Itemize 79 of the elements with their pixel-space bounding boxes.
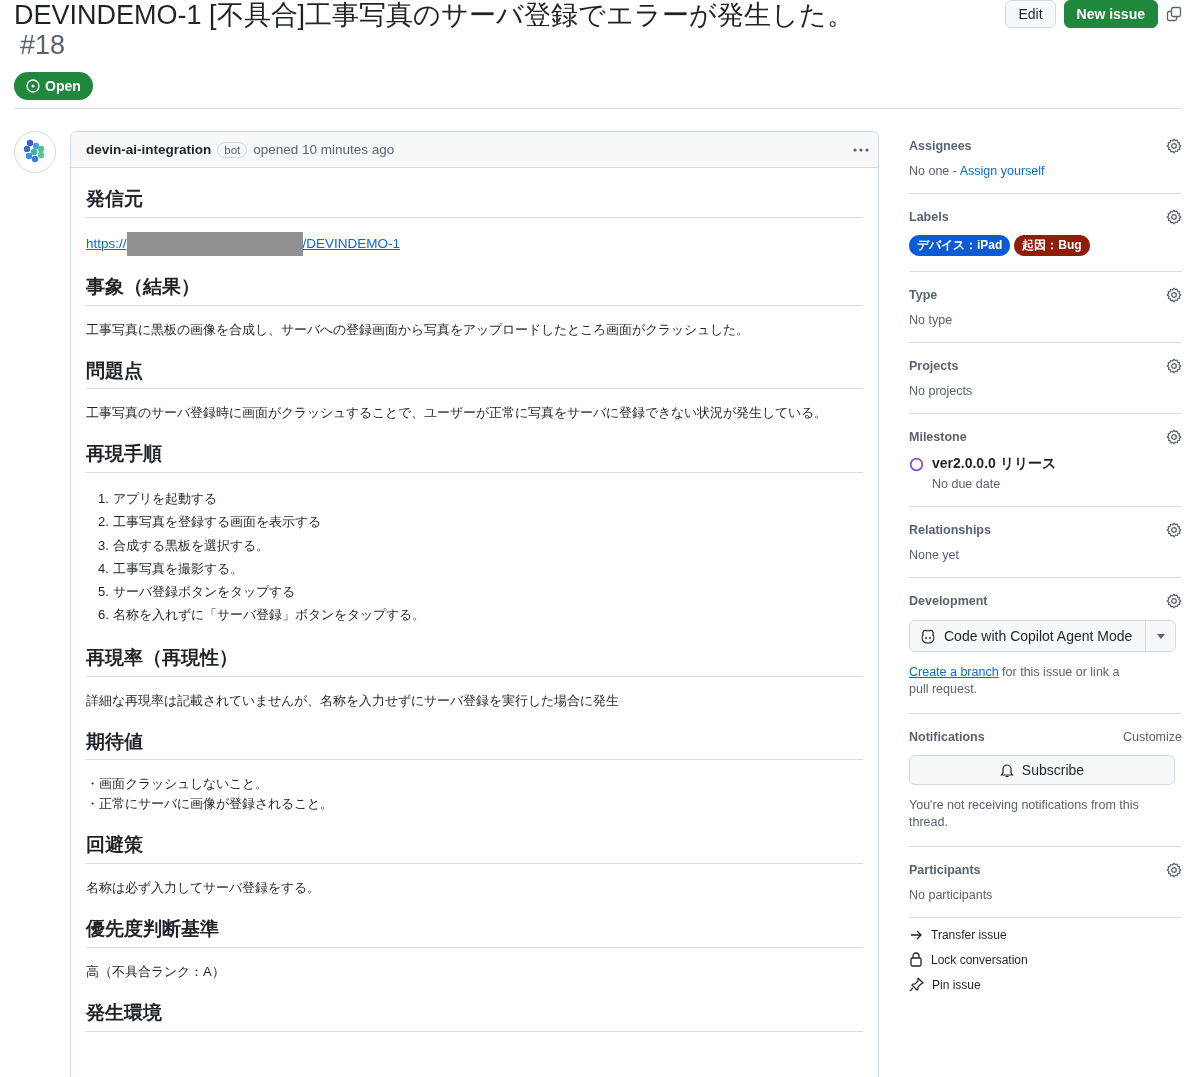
paragraph: 詳細な再現率は記載されていませんが、名称を入力せずにサーバ登録を実行した場合に発生 xyxy=(86,691,620,710)
milestone-icon xyxy=(909,456,924,472)
comment-meta: opened 10 minutes ago xyxy=(253,142,395,157)
list-item: サーバ登録ボタンをタップする xyxy=(112,583,295,602)
action-link[interactable]: Pin issue xyxy=(932,977,981,992)
more-options-icon[interactable] xyxy=(852,146,870,153)
label-tag[interactable]: デバイス：iPad xyxy=(909,235,1011,256)
section-title: Projects xyxy=(909,359,959,373)
list-item: 工事写真を撮影する。 xyxy=(112,559,243,578)
action-link[interactable]: Transfer issue xyxy=(931,928,1007,942)
settings-icon[interactable] xyxy=(1166,287,1182,303)
list-number: 4. xyxy=(98,559,109,578)
section-title: Type xyxy=(909,288,938,302)
due-date: No due date xyxy=(932,477,1002,491)
notifications-text: You're not receiving notifications from this thread. xyxy=(909,797,1140,831)
section-heading: 事象（結果） xyxy=(86,274,863,306)
bullet-line: ・画面クラッシュしないこと。 xyxy=(86,775,269,794)
create-branch-link[interactable]: Create a branch xyxy=(909,665,999,679)
settings-icon[interactable] xyxy=(1166,209,1182,225)
list-number: 2. xyxy=(98,513,109,532)
paragraph: 工事写真に黒板の画像を合成し、サーバへの登録画面から写真をアップロードしたところ画面がクラッシュした。 xyxy=(86,320,750,339)
open-status-badge: Open xyxy=(14,72,93,100)
section-heading: 発信元 xyxy=(86,187,863,218)
section-heading: 再現手順 xyxy=(86,442,863,473)
list-item: 工事写真を登録する画面を表示する xyxy=(112,513,321,532)
participants-text: No participants xyxy=(909,888,994,902)
copy-icon[interactable] xyxy=(1166,6,1182,22)
section-title: Labels xyxy=(909,210,949,224)
section-heading: 期待値 xyxy=(86,729,863,761)
bullet-line: ・正常にサーバに画像が登録されること。 xyxy=(86,795,334,814)
list-number: 6. xyxy=(98,606,109,625)
section-heading: 回避策 xyxy=(86,833,863,865)
section-heading: 発生環境 xyxy=(86,1000,863,1032)
list-item: アプリを起動する xyxy=(112,490,217,508)
settings-icon[interactable] xyxy=(1166,138,1182,154)
list-number: 1. xyxy=(98,490,109,508)
subscribe-button[interactable]: Subscribe xyxy=(909,755,1175,785)
copilot-icon xyxy=(920,628,936,644)
edit-button[interactable]: Edit xyxy=(1005,0,1056,28)
section-title: Milestone xyxy=(909,430,967,444)
section-heading: 問題点 xyxy=(86,358,863,390)
paragraph: 工事写真のサーバ登録時に画面がクラッシュすることで、ユーザーが正常に写真をサーバに登録できない状況が発生している。 xyxy=(86,404,828,423)
relationships-text: None yet xyxy=(909,548,961,562)
section-title: Notifications xyxy=(909,730,985,744)
paragraph: 高（不具合ランク：A） xyxy=(86,962,226,981)
settings-icon[interactable] xyxy=(1166,429,1182,445)
section-title: Relationships xyxy=(909,523,991,537)
settings-icon[interactable] xyxy=(1166,358,1182,374)
development-text: Create a branch for this issue or link a pull request. xyxy=(909,664,1121,698)
section-title: Assignees xyxy=(909,139,972,153)
milestone-link[interactable]: ver2.0.0.0 リリース xyxy=(932,455,1056,473)
list-number: 3. xyxy=(98,536,109,555)
section-title: Development xyxy=(909,594,988,608)
type-text: No type xyxy=(909,313,954,327)
list-item: 合成する黒板を選択する。 xyxy=(112,536,269,555)
list-number: 5. xyxy=(98,583,109,602)
copilot-button[interactable]: Code with Copilot Agent Mode xyxy=(910,621,1145,651)
assignees-text: No one - Assign yourself xyxy=(909,164,1046,178)
author-link[interactable]: devin-ai-integration xyxy=(86,142,212,157)
issue-title: DEVINDEMO-1 [不具合]工事写真のサーバ登録でエラーが発生した。 #18 xyxy=(14,0,856,60)
list-item: 名称を入れずに「サーバ登録」ボタンをタップする。 xyxy=(112,606,425,625)
new-issue-button[interactable]: New issue xyxy=(1063,0,1158,28)
settings-icon[interactable] xyxy=(1166,862,1182,878)
pin-icon xyxy=(909,977,924,992)
assign-yourself-link[interactable]: Assign yourself xyxy=(959,164,1045,178)
action-link[interactable]: Lock conversation xyxy=(931,952,1028,967)
label-tag[interactable]: 起因：Bug xyxy=(1014,235,1090,256)
lock-icon xyxy=(909,952,923,967)
bell-icon xyxy=(999,762,1014,778)
customize-link[interactable]: Customize xyxy=(1122,730,1182,744)
url-link[interactable]: https:// /DEVINDEMO-1 xyxy=(86,231,863,256)
settings-icon[interactable] xyxy=(1166,593,1182,609)
paragraph: 名称は必ず入力してサーバ登録をする。 xyxy=(86,879,321,898)
section-heading: 再現率（再現性） xyxy=(86,645,863,677)
section-heading: 優先度判断基準 xyxy=(86,917,863,948)
projects-text: No projects xyxy=(909,384,974,398)
settings-icon[interactable] xyxy=(1166,522,1182,538)
section-title: Participants xyxy=(909,863,981,877)
arrow-icon xyxy=(909,928,923,942)
